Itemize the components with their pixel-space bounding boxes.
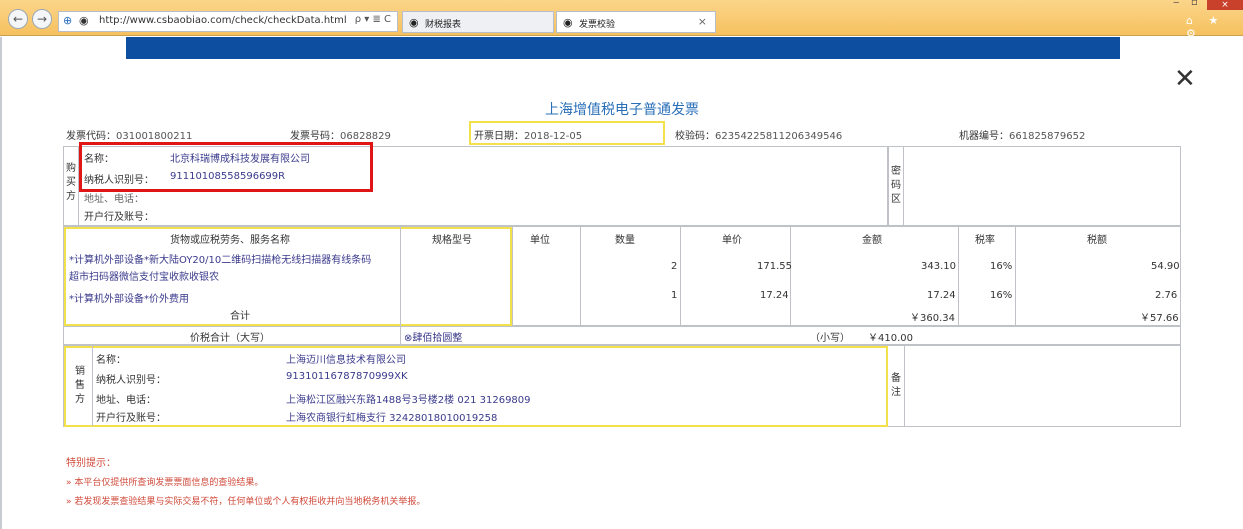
item-1-price: 171.55 [757,261,792,272]
check-code: 校验码：62354225811206349546 [675,131,843,142]
sum-small-label: （小写） [810,333,850,344]
back-button[interactable]: ← [8,9,28,29]
item-1-name-line2: 超市扫码器微信支付宝收款收银农 [69,272,219,283]
invoice-number: 发票号码：06828829 [290,131,391,142]
seller-divider [92,346,93,426]
header-spec: 规格型号 [432,235,472,246]
sum-label: 价税合计（大写） [190,333,270,344]
window-close-button[interactable]: × [1207,0,1243,10]
tab-close-icon[interactable]: × [698,15,707,28]
col-divider [580,226,581,326]
seller-name-label: 名称： [96,355,126,366]
total-tax: ￥57.66 [1140,313,1179,324]
seller-side-label: 销售方 [75,366,85,405]
item-2-name: *计算机外部设备*价外费用 [69,294,189,305]
minimize-icon[interactable]: ‒ [1173,0,1179,8]
remark-label: 备注 [891,373,901,398]
header-tax-rate: 税率 [975,235,995,246]
item-1-name-line1: *计算机外部设备*新大陆OY20/10二维码扫描枪无线扫描器有线条码 [69,255,372,266]
seller-bank: 上海农商银行虹梅支行 32428018010019258 [286,413,498,424]
globe-icon: ◉ [409,16,419,29]
item-1-quantity: 2 [671,261,678,272]
header-goods-name: 货物或应税劳务、服务名称 [170,235,290,246]
total-amount: ￥360.34 [910,313,955,324]
item-1-tax: 54.90 [1151,261,1180,272]
tab-invoice-check[interactable]: ◉ 发票校验 × [556,11,716,33]
col-divider [512,226,513,326]
machine-number: 机器编号：661825879652 [959,131,1086,142]
address-bar[interactable]: ⊕ ◉ http://www.csbaobiao.com/check/check… [58,11,398,32]
col-divider [680,226,681,326]
seller-tax-id-label: 纳税人识别号： [96,375,166,386]
header-unit: 单位 [530,235,550,246]
left-border [0,37,2,529]
notice-line-1: » 本平台仅提供所查询发票票面信息的查验结果。 [66,478,264,488]
tab-label: 发票校验 [579,20,616,30]
tab-financial-reports[interactable]: ◉ 财税报表 [402,11,554,33]
invoice-code: 发票代码：031001800211 [66,131,193,142]
buyer-side-label: 购买方 [66,163,76,202]
col-divider [400,326,401,345]
item-2-price: 17.24 [760,290,789,301]
seller-bank-label: 开户行及账号： [96,413,166,424]
page-banner [126,37,1120,59]
item-1-amount: 343.10 [921,261,956,272]
sum-small: ￥410.00 [868,333,913,344]
header-amount: 金额 [862,235,882,246]
address-bar-icons[interactable]: ρ ▾ ≣ C [355,14,391,25]
cipher-area-label: 密码区 [891,166,901,205]
globe-icon: ◉ [563,16,573,29]
item-1-rate: 16% [990,261,1013,272]
col-divider [790,226,791,326]
forward-button[interactable]: → [32,9,52,29]
page-icon: ◉ [79,14,89,27]
item-2-tax: 2.76 [1155,290,1178,301]
item-2-quantity: 1 [671,290,678,301]
col-divider [958,226,959,326]
restore-icon[interactable]: ▫ [1191,0,1198,8]
highlight-rectangle [79,142,373,192]
issue-date: 开票日期：2018-12-05 [474,131,583,142]
col-divider [1015,226,1016,326]
total-label: 合计 [230,311,250,322]
sum-words: ⊗肆佰拾圆整 [404,333,463,344]
site-icon: ⊕ [63,14,73,27]
address-url[interactable]: http://www.csbaobiao.com/check/checkData… [99,15,347,26]
seller-name: 上海迈川信息技术有限公司 [286,355,406,366]
notice-line-2: » 若发现发票查验结果与实际交易不符，任何单位或个人有权拒收并向当地税务机关举报… [66,497,426,507]
notice-title: 特别提示： [66,458,116,469]
close-icon[interactable]: ✕ [1174,66,1196,92]
seller-tax-id: 91310116787870999XK [286,371,408,382]
invoice-title: 上海增值税电子普通发票 [545,102,699,118]
seller-address-label: 地址、电话： [96,395,156,406]
header-quantity: 数量 [615,235,635,246]
header-unit-price: 单价 [722,235,742,246]
col-divider [400,226,401,326]
item-2-amount: 17.24 [927,290,956,301]
buyer-bank-label: 开户行及账号： [84,212,154,223]
remark-divider [904,346,905,426]
seller-address: 上海松江区融兴东路1488号3号楼2楼 021 31269809 [286,395,531,406]
browser-toolbar: ← → ⊕ ◉ http://www.csbaobiao.com/check/c… [0,0,1243,40]
item-2-rate: 16% [990,290,1013,301]
buyer-address-label: 地址、电话： [84,194,144,205]
tab-label: 财税报表 [425,20,462,30]
header-tax: 税额 [1087,235,1107,246]
